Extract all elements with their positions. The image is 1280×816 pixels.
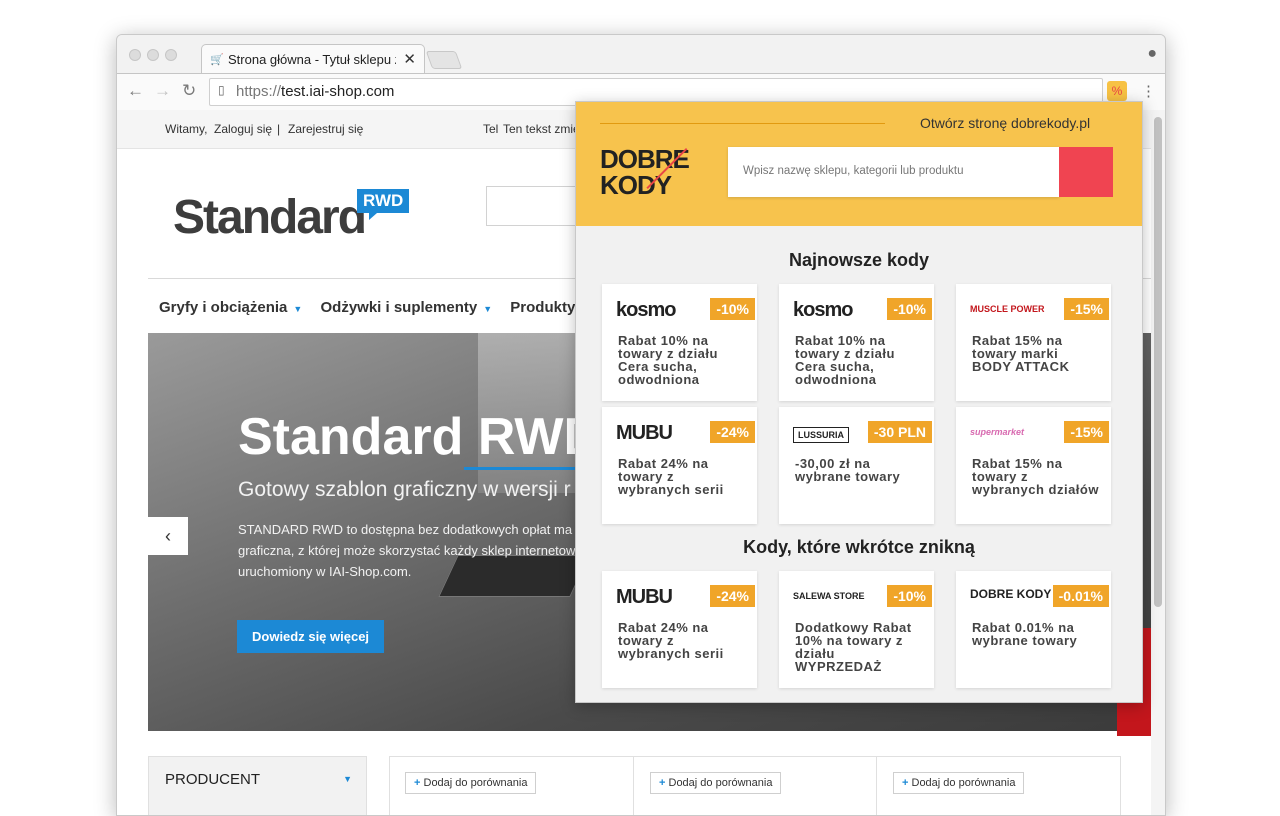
caret-down-icon: ▼ bbox=[293, 304, 303, 314]
popup-header: Otwórz stronę dobrekody.pl DOBRE KODY Wp… bbox=[576, 102, 1142, 226]
forward-arrow-icon[interactable]: → bbox=[154, 81, 171, 101]
product-cell: + Dodaj do porównania bbox=[876, 757, 1119, 815]
maximize-window-button[interactable] bbox=[165, 49, 177, 61]
code-description: Rabat 24% na towary z wybranych serii bbox=[618, 620, 724, 661]
back-arrow-icon[interactable]: ← bbox=[127, 81, 144, 101]
discount-badge: -15% bbox=[1064, 421, 1109, 443]
mubu-logo: MUBU bbox=[616, 586, 673, 608]
code-description: Rabat 10% na towary z działu Cera sucha,… bbox=[618, 333, 718, 387]
dobrekody-logo[interactable]: DOBRE KODY bbox=[600, 146, 690, 198]
discount-badge: -24% bbox=[710, 585, 755, 607]
discount-badge: -24% bbox=[710, 421, 755, 443]
add-to-compare-button[interactable]: + Dodaj do porównania bbox=[650, 772, 782, 794]
caret-down-icon: ▼ bbox=[483, 304, 493, 314]
plus-icon: + bbox=[659, 777, 666, 789]
new-tab-button[interactable] bbox=[425, 51, 463, 69]
search-placeholder: Wpisz nazwę sklepu, kategorii lub produk… bbox=[743, 165, 964, 177]
code-description: Rabat 10% na towary z działu Cera sucha,… bbox=[795, 333, 895, 387]
code-description: -30,00 zł na wybrane towary bbox=[795, 456, 901, 484]
close-window-button[interactable] bbox=[129, 49, 141, 61]
logo-badge: RWD bbox=[357, 189, 410, 220]
salewa-logo: SALEWA STORE bbox=[793, 591, 865, 601]
hero-text: STANDARD RWD to dostępna bez dodatkowych… bbox=[238, 522, 576, 579]
producer-filter[interactable]: PRODUCENT ▼ bbox=[148, 756, 367, 815]
url-text: https://test.iai-shop.com bbox=[236, 83, 395, 100]
kosmo-logo: kosmo bbox=[793, 299, 853, 321]
add-to-compare-button[interactable]: + Dodaj do porównania bbox=[405, 772, 537, 794]
discount-badge: -15% bbox=[1064, 298, 1109, 320]
tel-label: Tel bbox=[483, 122, 499, 136]
plus-icon: + bbox=[902, 777, 909, 789]
header-line bbox=[600, 123, 885, 124]
hero-subtitle: Gotowy szablon graficzny w wersji r bbox=[238, 478, 571, 501]
tel-text[interactable]: Ten tekst zmie bbox=[503, 122, 580, 136]
tab-title: Strona główna - Tytuł sklepu z... bbox=[228, 52, 396, 67]
tab-bar: 🛒 Strona główna - Tytuł sklepu z... ✕ ● bbox=[117, 35, 1165, 74]
popup-search-button[interactable] bbox=[1059, 147, 1113, 197]
learn-more-button[interactable]: Dowiedz się więcej bbox=[237, 620, 385, 653]
login-link[interactable]: Zaloguj się bbox=[214, 122, 272, 136]
product-cell: + Dodaj do porównania bbox=[390, 757, 634, 815]
hero-title: Standard RWD bbox=[238, 408, 602, 466]
code-card[interactable]: kosmo -10% Rabat 10% na towary z działu … bbox=[779, 284, 934, 401]
profile-icon[interactable]: ● bbox=[1147, 45, 1157, 63]
add-to-compare-button[interactable]: + Dodaj do porównania bbox=[893, 772, 1025, 794]
code-description: Rabat 15% na towary z wybranych działów bbox=[972, 456, 1099, 497]
code-description: Rabat 24% na towary z wybranych serii bbox=[618, 456, 724, 497]
code-card[interactable]: supermarket -15% Rabat 15% na towary z w… bbox=[956, 407, 1111, 524]
category-item[interactable]: Gryfy i obciążenia ▼ bbox=[159, 299, 302, 316]
scrollbar-thumb[interactable] bbox=[1154, 117, 1162, 607]
code-card[interactable]: kosmo -10% Rabat 10% na towary z działu … bbox=[602, 284, 757, 401]
tab-active[interactable]: 🛒 Strona główna - Tytuł sklepu z... ✕ bbox=[201, 44, 425, 74]
dobrekody-extension-icon[interactable]: % bbox=[1107, 81, 1127, 101]
muscle-power-logo: MUSCLE POWER bbox=[970, 304, 1045, 314]
code-card[interactable]: MUBU -24% Rabat 24% na towary z wybranyc… bbox=[602, 571, 757, 688]
discount-badge: -10% bbox=[710, 298, 755, 320]
menu-kebab-icon[interactable]: ⋮ bbox=[1141, 82, 1156, 100]
code-card[interactable]: LUSSURIA -30 PLN -30,00 zł na wybrane to… bbox=[779, 407, 934, 524]
plus-icon: + bbox=[414, 777, 421, 789]
dobrekody-popup: Otwórz stronę dobrekody.pl DOBRE KODY Wp… bbox=[575, 101, 1143, 703]
code-description: Rabat 0.01% na wybrane towary bbox=[972, 620, 1078, 648]
product-row: + Dodaj do porównania + Dodaj do porówna… bbox=[389, 756, 1121, 815]
discount-badge: -30 PLN bbox=[867, 421, 932, 443]
caret-down-icon: ▼ bbox=[343, 774, 352, 784]
producer-label: PRODUCENT bbox=[165, 771, 261, 788]
code-description: Dodatkowy Rabat 10% na towary z działu W… bbox=[795, 620, 912, 674]
reload-icon[interactable]: ↻ bbox=[182, 81, 196, 101]
page-icon: ▯ bbox=[218, 83, 225, 97]
separator: | bbox=[277, 122, 281, 136]
discount-badge: -10% bbox=[887, 298, 932, 320]
popup-search-input[interactable]: Wpisz nazwę sklepu, kategorii lub produk… bbox=[728, 147, 1059, 197]
shop-logo[interactable]: Standard bbox=[173, 190, 367, 245]
section-title-new: Najnowsze kody bbox=[788, 250, 930, 270]
hero-underline bbox=[464, 467, 584, 470]
supermarket-logo: supermarket bbox=[970, 427, 1025, 437]
mubu-logo: MUBU bbox=[616, 422, 673, 444]
cart-icon: 🛒 bbox=[210, 54, 224, 66]
slider-prev-button[interactable]: ‹ bbox=[148, 517, 188, 555]
discount-badge: -0.01% bbox=[1052, 585, 1109, 607]
dobrekody-card-logo: DOBRE KODY bbox=[970, 587, 1052, 601]
section-title-expiring: Kody, które wkrótce znikną bbox=[743, 537, 975, 557]
code-card[interactable]: MUSCLE POWER -15% Rabat 15% na towary ma… bbox=[956, 284, 1111, 401]
register-link[interactable]: Zarejestruj się bbox=[288, 122, 363, 136]
close-tab-icon[interactable]: ✕ bbox=[403, 50, 416, 68]
category-menu: Gryfy i obciążenia ▼ Odżywki i suplementy… bbox=[159, 299, 603, 316]
code-card[interactable]: MUBU -24% Rabat 24% na towary z wybranyc… bbox=[602, 407, 757, 524]
discount-badge: -10% bbox=[887, 585, 932, 607]
product-cell: + Dodaj do porównania bbox=[633, 757, 877, 815]
lussuria-logo: LUSSURIA bbox=[793, 427, 850, 443]
kosmo-logo: kosmo bbox=[616, 299, 676, 321]
category-item[interactable]: Odżywki i suplementy ▼ bbox=[320, 299, 492, 316]
minimize-window-button[interactable] bbox=[147, 49, 159, 61]
open-dobrekody-link[interactable]: Otwórz stronę dobrekody.pl bbox=[920, 115, 1090, 131]
welcome-text: Witamy, bbox=[165, 122, 208, 136]
page-scrollbar[interactable] bbox=[1151, 110, 1165, 815]
window-controls[interactable] bbox=[129, 48, 183, 66]
code-card[interactable]: SALEWA STORE -10% Dodatkowy Rabat 10% na… bbox=[779, 571, 934, 688]
code-card[interactable]: DOBRE KODY -0.01% Rabat 0.01% na wybrane… bbox=[956, 571, 1111, 688]
code-description: Rabat 15% na towary marki BODY ATTACK bbox=[972, 333, 1070, 374]
